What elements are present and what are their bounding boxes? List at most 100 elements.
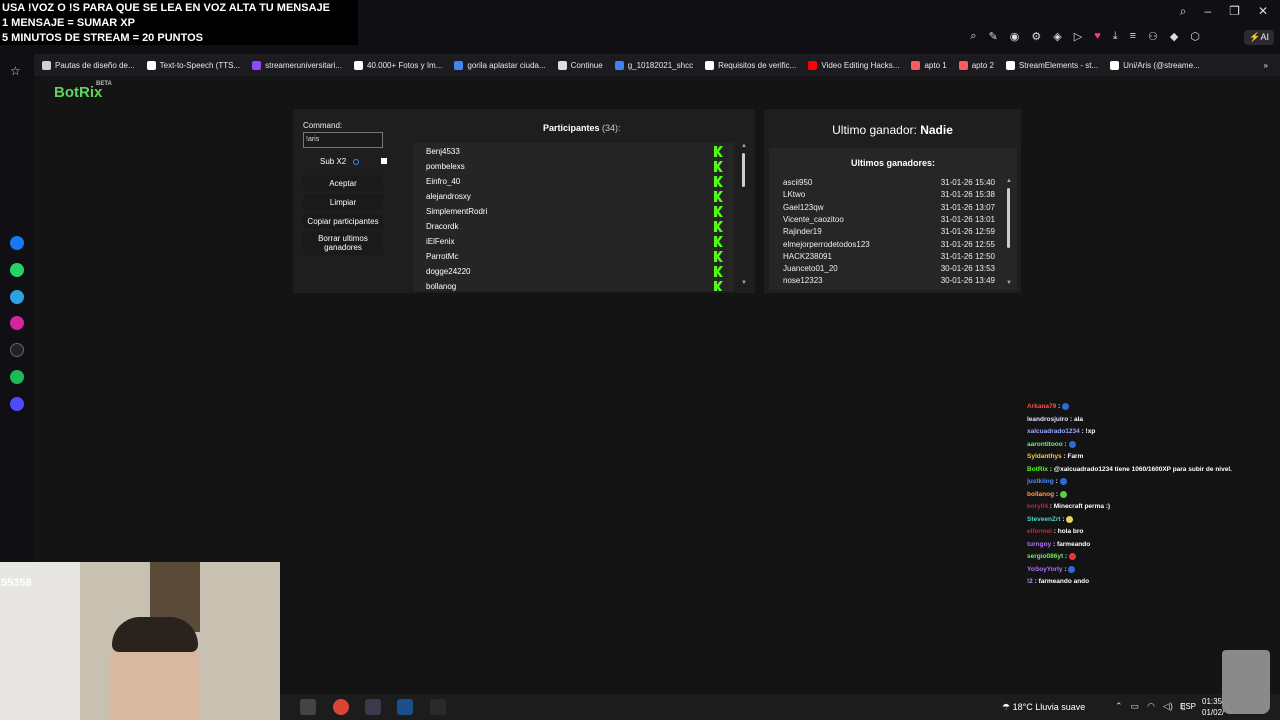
bookmark-favicon-icon	[1005, 60, 1015, 70]
chat-username[interactable]: justkiing	[1027, 478, 1054, 485]
more-bookmarks-icon[interactable]: »	[1264, 61, 1280, 70]
kick-icon	[714, 251, 723, 262]
bookmark-item[interactable]: Text-to-Speech (TTS...	[146, 60, 240, 70]
chat-username[interactable]: kory04	[1027, 503, 1048, 510]
taskbar-clock[interactable]: 01:35 01/02/	[1202, 696, 1224, 718]
menu-icon[interactable]: ≡	[1130, 30, 1136, 43]
scroll-up-icon[interactable]: ▲	[1006, 178, 1012, 184]
bookmark-item[interactable]: Pautas de diseño de...	[42, 60, 135, 70]
scrollbar-thumb[interactable]	[1007, 188, 1010, 248]
bookmark-item[interactable]: Video Editing Hacks...	[808, 60, 899, 70]
chat-username[interactable]: YoSoyYorly	[1027, 566, 1063, 573]
chat-username[interactable]: xalcuadrado1234	[1027, 428, 1080, 435]
scroll-down-icon[interactable]: ▼	[741, 280, 747, 286]
download-icon[interactable]: ⤓	[1113, 30, 1118, 43]
star-icon[interactable]: ☆	[10, 64, 24, 78]
sub-x2-checkbox[interactable]	[381, 158, 387, 164]
weather-temperature: 18°C	[1012, 702, 1033, 712]
chat-username[interactable]: Syldanthys	[1027, 453, 1062, 460]
telegram-icon[interactable]	[10, 290, 24, 304]
winner-date: 30-01-26 13:49	[940, 276, 995, 286]
bookmark-label: streameruniversitari...	[265, 60, 343, 70]
language-indicator[interactable]: ESP	[1180, 702, 1196, 711]
delete-winners-button[interactable]: Borrar ultimos ganadores	[303, 231, 383, 255]
instagram-icon[interactable]	[10, 316, 24, 330]
volume-icon[interactable]: ◁)	[1163, 701, 1173, 712]
settings-icon[interactable]: ⚙	[1031, 30, 1041, 43]
spotify-icon[interactable]	[10, 370, 24, 384]
chat-username[interactable]: SteveenZrt	[1027, 516, 1061, 523]
chevron-up-icon[interactable]: ⌃	[1115, 701, 1123, 712]
accept-button[interactable]: Aceptar	[303, 175, 383, 191]
chrome-icon[interactable]	[333, 699, 349, 715]
winner-row: LKtwo 31-01-26 15:38	[783, 190, 995, 202]
scrollbar-thumb[interactable]	[742, 153, 745, 187]
app-icon[interactable]	[300, 699, 316, 715]
winner-name: Rajinder19	[783, 227, 822, 237]
chat-text: farmeando	[1056, 540, 1091, 548]
bookmark-item[interactable]: StreamElements - st...	[1005, 60, 1098, 70]
scroll-up-icon[interactable]: ▲	[741, 143, 747, 149]
bookmark-item[interactable]: Continue	[557, 60, 603, 70]
chat-username[interactable]: BotRix	[1027, 466, 1048, 473]
close-icon[interactable]: ✕	[1258, 4, 1268, 19]
network-icon[interactable]: ▭	[1131, 701, 1140, 712]
scroll-down-icon[interactable]: ▼	[1006, 280, 1012, 286]
command-input[interactable]: !aris	[303, 132, 383, 148]
participants-scrollbar[interactable]: ▲ ▼	[741, 143, 747, 287]
chat-separator: :	[1062, 440, 1069, 448]
vpn-icon[interactable]: ◈	[1053, 30, 1061, 43]
winner-name: Juanceto01_20	[783, 264, 838, 274]
chat-username[interactable]: leandrosjuiro	[1027, 416, 1068, 423]
bookmark-item[interactable]: apto 2	[958, 60, 994, 70]
heart-icon[interactable]: ♥	[1094, 30, 1101, 43]
bookmark-label: Pautas de diseño de...	[55, 60, 135, 70]
winners-panel: Ultimo ganador: Nadie Ultimos ganadores:…	[764, 109, 1021, 293]
bookmark-item[interactable]: streameruniversitari...	[252, 60, 343, 70]
system-tray: ⌃ ▭ ◠ ◁) ▯	[1115, 701, 1186, 712]
x-icon[interactable]	[10, 343, 24, 357]
calculator-icon[interactable]	[365, 699, 381, 715]
winners-scrollbar[interactable]: ▲ ▼	[1006, 178, 1012, 290]
whatsapp-icon[interactable]	[10, 263, 24, 277]
chat-username[interactable]: bollanog	[1027, 491, 1054, 498]
search-icon[interactable]: ⌕	[1180, 4, 1187, 19]
emote-icon	[1062, 403, 1070, 410]
minimize-icon[interactable]: –	[1204, 4, 1211, 19]
play-icon[interactable]: ▷	[1074, 30, 1082, 43]
chat-username[interactable]: sergio086yt	[1027, 553, 1063, 560]
bookmark-label: apto 2	[971, 60, 994, 70]
bookmark-item[interactable]: g_10182021_shcc	[614, 60, 693, 70]
weather-widget[interactable]: ☂ 18°C Lluvia suave	[1002, 702, 1085, 713]
wifi-icon[interactable]: ◠	[1147, 701, 1155, 712]
chat-username[interactable]: Arkana79	[1027, 403, 1056, 410]
camera-icon[interactable]: ◉	[1010, 30, 1020, 43]
bookmark-favicon-icon	[911, 60, 921, 70]
search-icon[interactable]: ⌕	[970, 30, 976, 43]
chat-username[interactable]: elfermel	[1027, 528, 1052, 535]
winner-date: 31-01-26 12:50	[940, 251, 995, 261]
extension-icon[interactable]: ◆	[1170, 30, 1178, 43]
cube-icon[interactable]: ⬡	[1190, 30, 1200, 43]
participants-label: Participantes	[543, 123, 600, 133]
chat-username[interactable]: aarontitooo	[1027, 441, 1063, 448]
edit-icon[interactable]: ✎	[989, 30, 998, 43]
profile-icon[interactable]: ⚇	[1148, 30, 1158, 43]
bookmark-item[interactable]: Uni/Aris (@streame...	[1110, 60, 1200, 70]
command-label: Command:	[303, 121, 343, 130]
bookmark-item[interactable]: Requisitos de verific...	[705, 60, 796, 70]
copy-participants-button[interactable]: Copiar participantes	[303, 213, 383, 229]
winner-row: Vicente_caozitoo 31-01-26 13:01	[783, 215, 995, 227]
bookmark-item[interactable]: gorila aplastar ciuda...	[454, 60, 546, 70]
messenger-icon[interactable]	[10, 236, 24, 250]
info-icon[interactable]	[353, 158, 360, 165]
bookmark-item[interactable]: 40.000+ Fotos y Im...	[354, 60, 442, 70]
ai-button[interactable]: ⚡AI	[1244, 30, 1274, 45]
clear-button[interactable]: Limpiar	[303, 194, 383, 210]
chat-username[interactable]: turngoy	[1027, 541, 1051, 548]
bookmark-item[interactable]: apto 1	[911, 60, 947, 70]
player-icon[interactable]	[10, 397, 24, 411]
epic-games-icon[interactable]	[430, 699, 446, 715]
steam-icon[interactable]	[397, 699, 413, 715]
restore-icon[interactable]: ❐	[1229, 4, 1240, 19]
